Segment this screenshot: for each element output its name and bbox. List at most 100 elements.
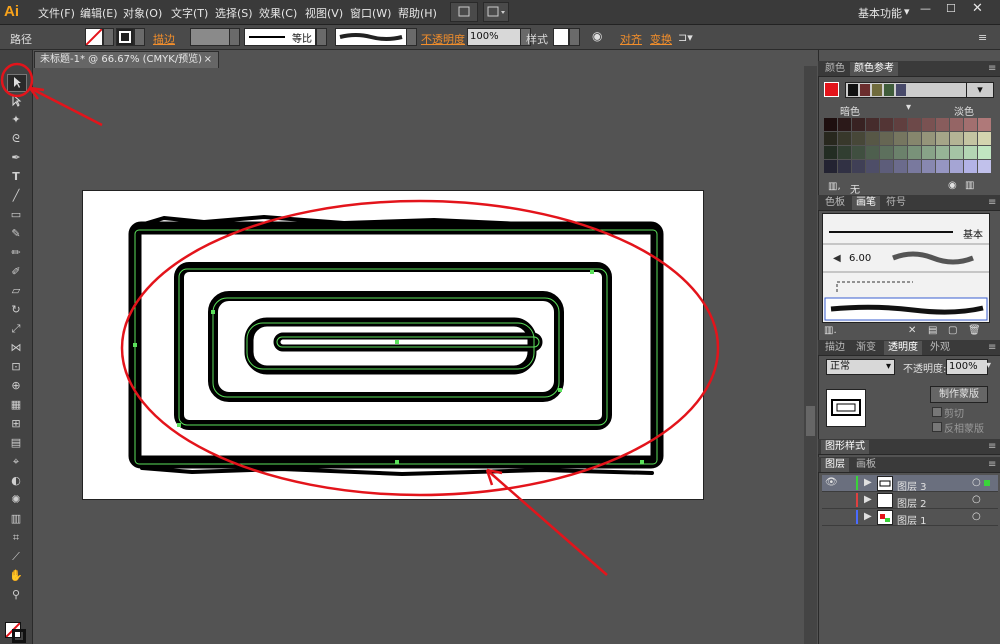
color-variation-swatch[interactable] xyxy=(936,146,949,159)
graphic-styles-menu-icon[interactable]: ≡ xyxy=(984,440,1000,454)
make-mask-button[interactable]: 制作蒙版 xyxy=(930,386,988,403)
color-panel-menu-icon[interactable]: ≡ xyxy=(984,62,1000,76)
expand-triangle-icon[interactable]: ▶ xyxy=(864,477,872,488)
remove-stroke-icon[interactable]: ✕ xyxy=(908,325,916,336)
object-thumbnail[interactable] xyxy=(826,389,866,427)
color-variation-swatch[interactable] xyxy=(978,118,991,131)
variation-dropdown-icon[interactable]: ▾ xyxy=(906,102,911,113)
harmony-dropdown-icon[interactable]: ▾ xyxy=(966,82,994,98)
tab-color-guide[interactable]: 颜色参考 xyxy=(850,62,898,76)
tab-graphic-styles[interactable]: 图形样式 xyxy=(821,440,869,454)
color-variation-swatch[interactable] xyxy=(908,132,921,145)
color-variation-swatch[interactable] xyxy=(978,146,991,159)
color-variation-swatch[interactable] xyxy=(936,118,949,131)
color-variation-swatch[interactable] xyxy=(908,118,921,131)
tab-stroke[interactable]: 描边 xyxy=(821,341,849,355)
color-variation-swatch[interactable] xyxy=(852,160,865,173)
color-variation-swatch[interactable] xyxy=(880,132,893,145)
color-variation-swatch[interactable] xyxy=(950,132,963,145)
color-variation-swatch[interactable] xyxy=(894,132,907,145)
tab-artboards[interactable]: 画板 xyxy=(852,458,880,472)
color-variation-swatch[interactable] xyxy=(922,160,935,173)
transparency-panel-menu-icon[interactable]: ≡ xyxy=(984,341,1000,355)
color-variation-swatch[interactable] xyxy=(838,118,851,131)
visibility-eye-icon[interactable]: 👁 xyxy=(825,477,838,488)
save-swatches-icon[interactable]: ▥ xyxy=(965,180,974,191)
invert-mask-checkbox[interactable] xyxy=(932,422,942,432)
selection-indicator[interactable] xyxy=(984,480,990,486)
color-variation-swatch[interactable] xyxy=(978,160,991,173)
color-variation-swatch[interactable] xyxy=(866,160,879,173)
edit-colors-icon[interactable]: ◉ xyxy=(948,180,957,191)
color-variation-swatch[interactable] xyxy=(838,146,851,159)
opacity-input[interactable]: 100% xyxy=(946,359,988,375)
brush-list[interactable]: 基本 ◀ 6.00 xyxy=(822,213,990,323)
color-variation-swatch[interactable] xyxy=(852,118,865,131)
color-variation-swatch[interactable] xyxy=(964,160,977,173)
scrollbar-thumb[interactable] xyxy=(806,406,815,436)
color-variation-swatch[interactable] xyxy=(866,146,879,159)
color-variation-swatch[interactable] xyxy=(824,146,837,159)
tab-gradient[interactable]: 渐变 xyxy=(852,341,880,355)
canvas-vertical-scrollbar[interactable] xyxy=(804,66,817,644)
color-variation-swatch[interactable] xyxy=(908,146,921,159)
color-variation-swatch[interactable] xyxy=(824,118,837,131)
color-variation-swatch[interactable] xyxy=(950,146,963,159)
harmony-rule-strip[interactable] xyxy=(845,82,967,98)
target-circle-icon[interactable]: ○ xyxy=(972,477,981,488)
color-variation-swatch[interactable] xyxy=(950,160,963,173)
color-variation-swatch[interactable] xyxy=(964,132,977,145)
tab-color[interactable]: 颜色 xyxy=(821,62,849,76)
opacity-dropdown-icon[interactable]: ▾ xyxy=(986,360,991,371)
new-brush-icon[interactable]: ▢ xyxy=(948,325,957,336)
color-variation-swatch[interactable] xyxy=(852,132,865,145)
color-variation-swatch[interactable] xyxy=(880,146,893,159)
tab-brushes[interactable]: 画笔 xyxy=(852,196,880,210)
layers-panel-menu-icon[interactable]: ≡ xyxy=(984,458,1000,472)
tab-appearance[interactable]: 外观 xyxy=(926,341,954,355)
tab-swatches[interactable]: 色板 xyxy=(821,196,849,210)
color-variation-swatch[interactable] xyxy=(880,118,893,131)
brush-libraries-icon[interactable]: ▥. xyxy=(824,325,837,336)
color-variation-swatch[interactable] xyxy=(936,132,949,145)
target-circle-icon[interactable]: ○ xyxy=(972,511,981,522)
color-variation-swatch[interactable] xyxy=(894,118,907,131)
tab-symbols[interactable]: 符号 xyxy=(882,196,910,210)
tab-layers[interactable]: 图层 xyxy=(821,458,849,472)
tab-transparency[interactable]: 透明度 xyxy=(884,341,922,355)
color-variation-swatch[interactable] xyxy=(838,132,851,145)
none-swatch-icon[interactable]: ▥, xyxy=(828,181,841,192)
color-variation-grid[interactable] xyxy=(824,118,996,176)
delete-brush-icon[interactable]: 🗑 xyxy=(968,325,981,336)
color-variation-swatch[interactable] xyxy=(978,132,991,145)
color-variation-swatch[interactable] xyxy=(894,146,907,159)
color-variation-swatch[interactable] xyxy=(838,160,851,173)
expand-triangle-icon[interactable]: ▶ xyxy=(864,511,872,522)
color-variation-swatch[interactable] xyxy=(866,118,879,131)
color-variation-swatch[interactable] xyxy=(964,146,977,159)
color-variation-swatch[interactable] xyxy=(936,160,949,173)
color-variation-swatch[interactable] xyxy=(894,160,907,173)
color-variation-swatch[interactable] xyxy=(866,132,879,145)
color-variation-swatch[interactable] xyxy=(922,118,935,131)
color-variation-swatch[interactable] xyxy=(824,132,837,145)
color-variation-swatch[interactable] xyxy=(950,118,963,131)
layer-row[interactable]: ▶ 图层 2 ○ xyxy=(822,492,998,510)
blend-mode-select[interactable]: 正常 ▾ xyxy=(826,359,895,375)
clip-checkbox[interactable] xyxy=(932,407,942,417)
color-variation-swatch[interactable] xyxy=(908,160,921,173)
brush-options-icon[interactable]: ▤ xyxy=(928,325,937,336)
color-variation-swatch[interactable] xyxy=(922,146,935,159)
base-color-swatch[interactable] xyxy=(824,82,839,97)
color-variation-swatch[interactable] xyxy=(922,132,935,145)
color-variation-swatch[interactable] xyxy=(852,146,865,159)
layer-row[interactable]: ▶ 图层 1 ○ xyxy=(822,509,998,527)
color-variation-swatch[interactable] xyxy=(880,160,893,173)
expand-triangle-icon[interactable]: ▶ xyxy=(864,494,872,505)
target-circle-icon[interactable]: ○ xyxy=(972,494,981,505)
layer-row[interactable]: 👁 ▶ 图层 3 ○ xyxy=(822,475,998,493)
layer-thumbnail xyxy=(877,510,893,525)
color-variation-swatch[interactable] xyxy=(964,118,977,131)
color-variation-swatch[interactable] xyxy=(824,160,837,173)
brush-panel-menu-icon[interactable]: ≡ xyxy=(984,196,1000,210)
